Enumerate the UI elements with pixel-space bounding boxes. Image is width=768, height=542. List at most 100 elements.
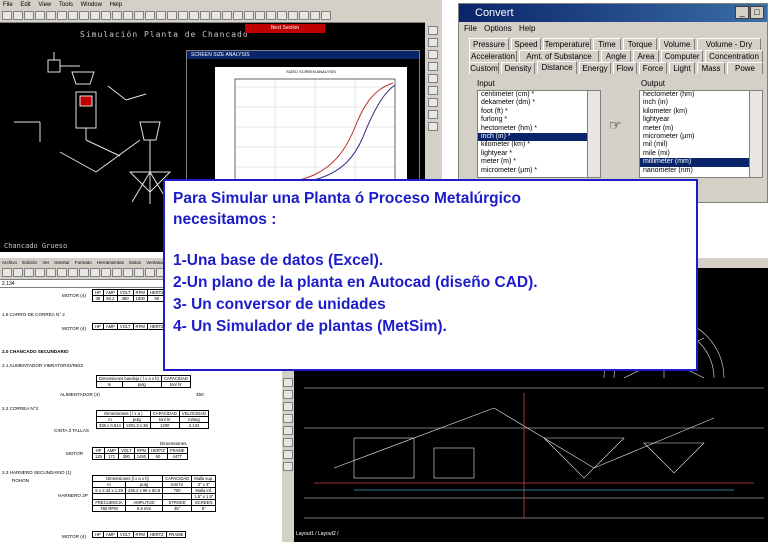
list-item[interactable]: micrometer (µm) * — [478, 167, 600, 175]
toolbar-icon[interactable] — [321, 11, 331, 20]
tab-density[interactable]: Density — [501, 62, 535, 74]
format-icon[interactable] — [46, 268, 56, 277]
sim-menu-item[interactable]: Tools — [59, 2, 73, 8]
list-item[interactable]: foot (ft) * — [478, 108, 600, 116]
xls-menu-item[interactable]: Edición — [22, 260, 37, 265]
cell[interactable]: 6.5 mm — [124, 505, 164, 512]
draw-tool-icon[interactable] — [283, 462, 293, 471]
list-item[interactable]: furlong * — [478, 116, 600, 124]
tab-light[interactable]: Light — [669, 62, 695, 74]
input-unit-list[interactable]: centimeter (cm) * dekameter (dm) * foot … — [477, 90, 601, 178]
side-tool-icon[interactable] — [428, 98, 438, 107]
draw-tool-icon[interactable] — [283, 438, 293, 447]
sim-menu-item[interactable]: Help — [110, 2, 122, 8]
cell[interactable]: VOLT — [116, 323, 134, 330]
list-item-selected[interactable]: inch (in) * — [478, 133, 600, 142]
cell[interactable]: 40 — [92, 295, 104, 302]
cell[interactable]: 380 — [118, 453, 135, 460]
format-icon[interactable] — [123, 268, 133, 277]
tab-energy[interactable]: Energy — [579, 62, 611, 74]
cell[interactable]: CAPACIDAD — [160, 375, 191, 382]
draw-tool-icon[interactable] — [283, 402, 293, 411]
list-item[interactable]: kilometer (km) * — [478, 141, 600, 149]
tab-flow[interactable]: Flow — [613, 62, 637, 74]
draw-tool-icon[interactable] — [283, 390, 293, 399]
toolbar-icon[interactable] — [266, 11, 276, 20]
layout-tabs[interactable]: Layout1 / Layout2 / — [296, 531, 339, 537]
sim-menu-item[interactable]: View — [38, 2, 51, 8]
tab-area[interactable]: Area — [633, 50, 659, 62]
cell[interactable]: RPM — [132, 531, 148, 538]
list-item[interactable]: hectometer (hm) — [640, 91, 762, 99]
cell[interactable]: CAPACIDAD — [149, 410, 180, 417]
cell[interactable]: FRAME — [166, 447, 188, 454]
draw-tool-icon[interactable] — [283, 450, 293, 459]
list-item[interactable]: mile (mi) — [640, 150, 762, 158]
toolbar-icon[interactable] — [222, 11, 232, 20]
list-item[interactable]: dekameter (dm) * — [478, 99, 600, 107]
tab-acceleration[interactable]: Acceleration — [469, 50, 517, 62]
list-item[interactable]: mil (mil) — [640, 141, 762, 149]
cell[interactable]: RPM — [132, 323, 148, 330]
cell[interactable]: 60.2 — [102, 295, 118, 302]
toolbar-icon[interactable] — [24, 11, 34, 20]
cell[interactable]: HERTZ — [148, 447, 168, 454]
minimize-button[interactable]: _ — [735, 6, 749, 19]
xls-menu-item[interactable]: Insertar — [54, 260, 69, 265]
output-scrollbar[interactable] — [749, 91, 762, 177]
toolbar-icon[interactable] — [167, 11, 177, 20]
cell[interactable]: Malla sup. — [191, 475, 217, 482]
list-item[interactable]: kilometer (km) — [640, 108, 762, 116]
toolbar-icon[interactable] — [35, 11, 45, 20]
cell[interactable]: AMP — [102, 531, 118, 538]
cell[interactable]: Dimensiones bandeja ( l x a x h) — [96, 375, 162, 382]
toolbar-icon[interactable] — [178, 11, 188, 20]
tab-time[interactable]: Time — [593, 38, 621, 50]
maximize-button[interactable]: □ — [750, 6, 764, 19]
toolbar-icon[interactable] — [211, 11, 221, 20]
list-item-selected[interactable]: millimeter (mm) — [640, 158, 762, 167]
format-icon[interactable] — [134, 268, 144, 277]
draw-tool-icon[interactable] — [283, 378, 293, 387]
cell[interactable]: 171 — [103, 453, 120, 460]
cell[interactable]: HP — [92, 531, 104, 538]
cell[interactable]: FRECUENCIA — [92, 499, 126, 506]
side-tool-icon[interactable] — [428, 86, 438, 95]
list-item[interactable]: hectometer (hm) * — [478, 125, 600, 133]
tab-speed[interactable]: Speed — [511, 38, 541, 50]
toolbar-icon[interactable] — [79, 11, 89, 20]
xls-menu-item[interactable]: Ver — [42, 260, 49, 265]
draw-tool-icon[interactable] — [283, 426, 293, 435]
tab-force[interactable]: Force — [639, 62, 667, 74]
side-tool-icon[interactable] — [428, 74, 438, 83]
format-icon[interactable] — [90, 268, 100, 277]
toolbar-icon[interactable] — [255, 11, 265, 20]
toolbar-icon[interactable] — [123, 11, 133, 20]
toolbar-icon[interactable] — [134, 11, 144, 20]
cell[interactable]: m — [96, 381, 123, 388]
tab-pressure[interactable]: Pressure — [469, 38, 509, 50]
cell[interactable]: 335 x 0.914 — [96, 422, 124, 429]
toolbar-icon[interactable] — [277, 11, 287, 20]
format-icon[interactable] — [79, 268, 89, 277]
cell[interactable]: 447T — [166, 453, 188, 460]
cell[interactable]: 125 — [92, 453, 105, 460]
draw-tool-icon[interactable] — [283, 414, 293, 423]
input-scrollbar[interactable] — [587, 91, 600, 177]
tab-volume-dry[interactable]: Volume - Dry — [697, 38, 761, 50]
xls-menu-item[interactable]: Herramientas — [97, 260, 124, 265]
cell[interactable]: FRAME — [165, 531, 187, 538]
cell[interactable]: ton/ hr — [160, 381, 191, 388]
xls-menu-item[interactable]: Ventana — [146, 260, 163, 265]
list-item[interactable]: inch (in) — [640, 99, 762, 107]
toolbar-icon[interactable] — [57, 11, 67, 20]
toolbar-icon[interactable] — [112, 11, 122, 20]
xls-menu-item[interactable]: Formato — [75, 260, 92, 265]
list-item[interactable]: lightyear — [640, 116, 762, 124]
format-icon[interactable] — [112, 268, 122, 277]
format-icon[interactable] — [35, 268, 45, 277]
tab-custom[interactable]: Custom — [469, 62, 499, 74]
cell[interactable]: 760 RPM — [92, 505, 126, 512]
list-item[interactable]: lightyear * — [478, 150, 600, 158]
menu-options[interactable]: Options — [484, 24, 512, 33]
